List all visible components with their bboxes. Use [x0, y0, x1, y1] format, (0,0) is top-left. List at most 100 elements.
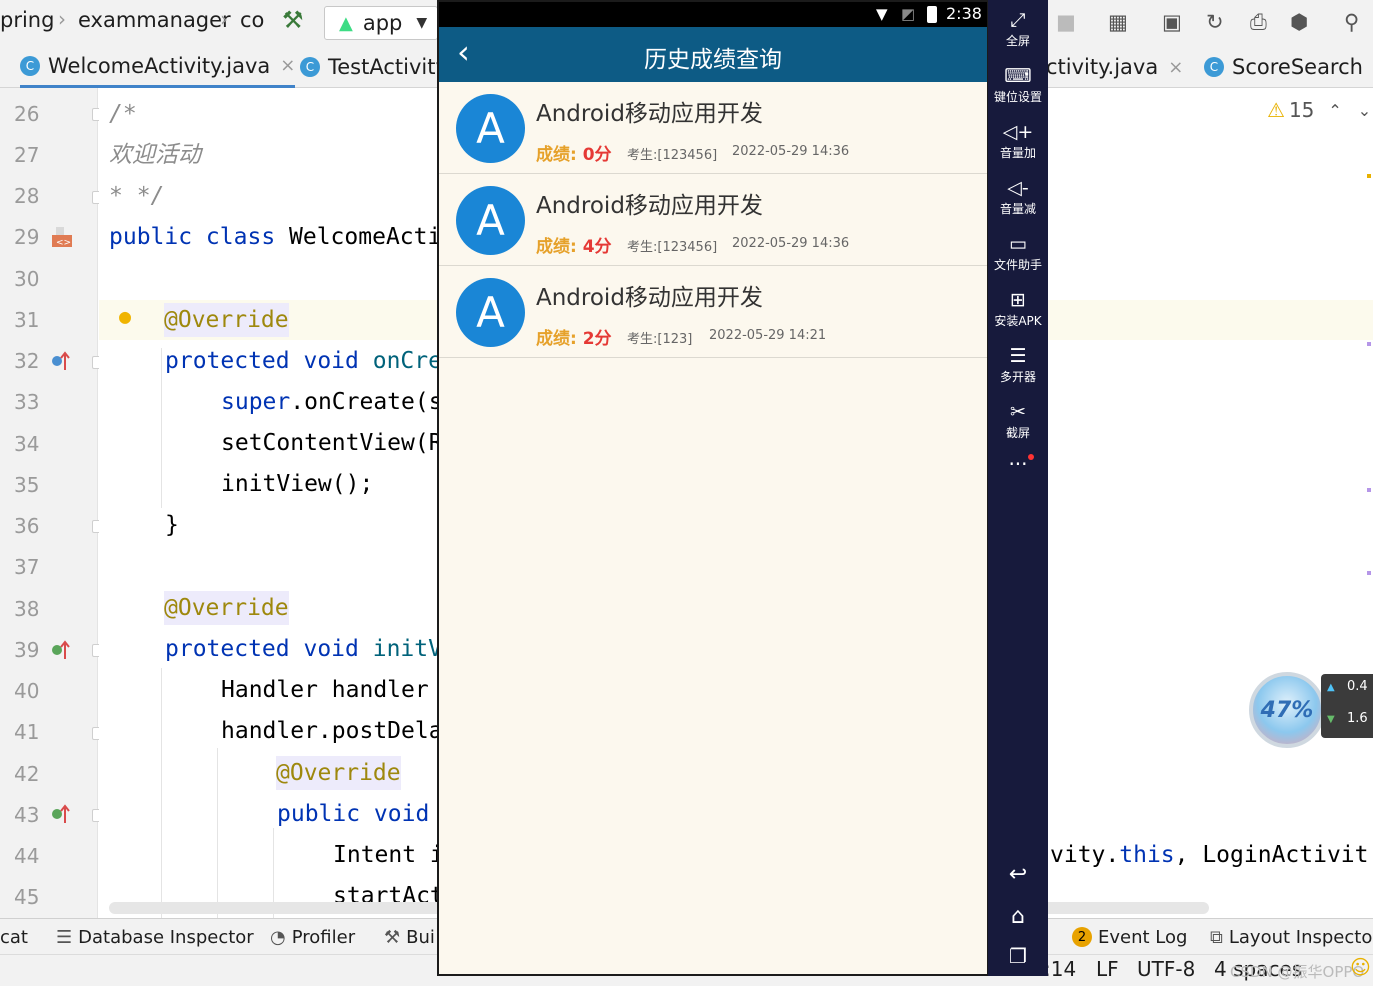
- nav-recents-button[interactable]: ❐: [988, 944, 1048, 968]
- tab-activity-java[interactable]: ctivity.java ×: [1046, 46, 1183, 88]
- nav-home-button[interactable]: ⌂: [988, 904, 1048, 929]
- override-marker-icon[interactable]: [50, 350, 72, 372]
- breadcrumb-item[interactable]: pring: [0, 8, 54, 32]
- keyword: protected void: [165, 636, 359, 662]
- tab-test-activity[interactable]: C TestActivity: [300, 46, 448, 88]
- inspection-widget[interactable]: ⚠ 15 ⌃ ⌄: [1267, 98, 1371, 122]
- code-line-26: /*: [109, 101, 137, 127]
- upload-speed: 0.4: [1347, 679, 1368, 694]
- android-emulator-screen: ▼ ◩ 2:38 ‹ 历史成绩查询 A Android移动应用开发 成绩: 0分…: [437, 0, 989, 976]
- error-stripe-mark: [1367, 571, 1371, 575]
- line-number: 44: [14, 844, 40, 868]
- search-icon[interactable]: ⚲: [1344, 10, 1359, 34]
- tab-score-search[interactable]: C ScoreSearch ⌄: [1204, 46, 1373, 88]
- chevron-up-icon[interactable]: ⌃: [1328, 101, 1341, 120]
- avd-manager-icon[interactable]: ▣: [1162, 10, 1182, 34]
- sidebar-item-install-apk[interactable]: ⊞ 安装APK: [988, 288, 1048, 329]
- build-hammer-icon[interactable]: ⚒: [282, 6, 304, 34]
- line-separator[interactable]: LF: [1096, 957, 1119, 981]
- score-value: 4分: [582, 237, 612, 257]
- breadcrumb-item[interactable]: co: [240, 8, 264, 32]
- layout-file-icon[interactable]: <>: [50, 225, 72, 248]
- build-hammer-icon: ⚒: [384, 926, 401, 948]
- project-structure-icon[interactable]: ▦: [1108, 10, 1128, 34]
- warning-icon: ⚠: [1267, 98, 1285, 122]
- sidebar-item-volume-up[interactable]: ◁+ 音量加: [988, 120, 1048, 161]
- close-icon[interactable]: ×: [280, 55, 295, 76]
- device-manager-icon[interactable]: ⎙: [1250, 10, 1267, 35]
- implements-marker-icon[interactable]: [50, 639, 72, 661]
- class-icon: C: [20, 55, 40, 76]
- score-record-row[interactable]: A Android移动应用开发 成绩: 2分 考生:[123] 2022-05-…: [439, 266, 987, 358]
- performance-widget[interactable]: 47% ▲ 0.4 ▼ 1.6: [1249, 662, 1373, 752]
- home-icon: ⌂: [1011, 904, 1025, 929]
- line-number: 28: [14, 184, 40, 208]
- wifi-icon: ▼: [876, 5, 888, 23]
- stop-icon[interactable]: ■: [1056, 10, 1076, 34]
- implements-marker-icon[interactable]: [50, 803, 72, 825]
- android-status-bar: ▼ ◩ 2:38: [439, 2, 987, 27]
- timestamp: 2022-05-29 14:36: [732, 236, 850, 251]
- close-icon[interactable]: ×: [1168, 57, 1183, 78]
- class-icon: C: [300, 57, 320, 77]
- tool-logcat[interactable]: cat: [0, 919, 28, 955]
- examinee-id: [123456]: [657, 148, 718, 163]
- file-encoding[interactable]: UTF-8: [1137, 957, 1195, 981]
- multi-instance-icon: ☰: [1009, 345, 1027, 367]
- sidebar-item-keymap[interactable]: ⌨ 键位设置: [988, 64, 1048, 105]
- class-name: WelcomeActi: [275, 224, 442, 250]
- run-config-selector[interactable]: ▲ app ▼: [324, 6, 438, 40]
- sidebar-item-volume-down[interactable]: ◁- 音量减: [988, 176, 1048, 217]
- smiley-icon[interactable]: ☺: [1350, 955, 1371, 979]
- tab-welcome-activity[interactable]: C WelcomeActivity.java ×: [20, 46, 296, 88]
- sync-gradle-icon[interactable]: ↻: [1206, 10, 1224, 34]
- breadcrumb-item[interactable]: exammanager: [78, 8, 231, 32]
- network-speed-panel: ▲ 0.4 ▼ 1.6: [1321, 674, 1373, 738]
- keyword: public class: [109, 224, 276, 250]
- breadcrumb-separator: ›: [220, 7, 228, 31]
- code-line-34: setContentView(R: [221, 430, 443, 456]
- code-line-27: 欢迎活动: [109, 142, 201, 168]
- download-arrow-icon: ▼: [1327, 714, 1335, 725]
- examinee-label: 考生:: [627, 148, 658, 163]
- score: 成绩: 0分: [536, 140, 612, 165]
- sidebar-label: 全屏: [1005, 34, 1030, 48]
- tool-label: Profiler: [291, 926, 356, 948]
- lightbulb-icon[interactable]: ●: [119, 304, 131, 328]
- tool-build[interactable]: ⚒ Bui: [384, 919, 435, 955]
- score-value: 0分: [582, 145, 612, 165]
- score-record-row[interactable]: A Android移动应用开发 成绩: 0分 考生:[123456] 2022-…: [439, 82, 987, 174]
- chevron-down-icon[interactable]: ⌄: [1358, 101, 1371, 120]
- score-label: 成绩:: [536, 145, 583, 165]
- sdk-manager-icon[interactable]: ⬢: [1290, 10, 1308, 34]
- avatar: A: [456, 186, 525, 255]
- tool-label: Bui: [406, 926, 435, 948]
- score: 成绩: 2分: [536, 324, 612, 349]
- sidebar-item-screenshot[interactable]: ✂ 截屏: [988, 400, 1048, 441]
- tool-database-inspector[interactable]: ☰ Database Inspector: [56, 919, 254, 955]
- sidebar-item-file-assistant[interactable]: ▭ 文件助手: [988, 232, 1048, 273]
- timestamp: 2022-05-29 14:21: [709, 328, 827, 343]
- tool-profiler[interactable]: ◔ Profiler: [270, 919, 355, 955]
- line-number: 42: [14, 762, 40, 786]
- battery-icon: [927, 6, 937, 23]
- upload-arrow-icon: ▲: [1327, 682, 1335, 693]
- timestamp: 2022-05-29 14:36: [732, 144, 850, 159]
- course-name: Android移动应用开发: [536, 285, 763, 311]
- nav-back-button[interactable]: ↩: [988, 862, 1048, 887]
- tool-event-log[interactable]: 2 Event Log: [1072, 919, 1187, 955]
- chevron-down-icon: ▼: [416, 15, 428, 31]
- sidebar-item-multi-instance[interactable]: ☰ 多开器: [988, 344, 1048, 385]
- svg-text:<>: <>: [56, 238, 71, 248]
- score-record-row[interactable]: A Android移动应用开发 成绩: 4分 考生:[123456] 2022-…: [439, 174, 987, 266]
- watermark: CSDN @振华OPPO: [1230, 963, 1365, 981]
- tool-layout-inspector[interactable]: ⧉ Layout Inspector: [1210, 919, 1373, 955]
- sidebar-item-fullscreen[interactable]: ⤢ 全屏: [988, 8, 1048, 49]
- code-line-43: public void: [277, 801, 430, 827]
- sidebar-label: 音量减: [999, 202, 1036, 216]
- more-icon: ···: [1008, 452, 1028, 476]
- caret-position[interactable]: :14: [1044, 957, 1076, 981]
- line-number: 37: [14, 555, 40, 579]
- more-menu-button[interactable]: ···: [988, 452, 1048, 476]
- sidebar-label: 多开器: [999, 370, 1036, 384]
